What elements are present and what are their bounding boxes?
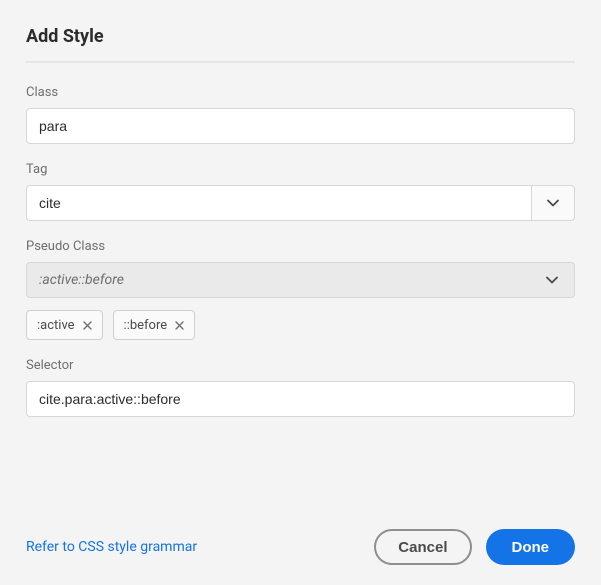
divider [26,61,575,63]
cancel-button[interactable]: Cancel [374,529,471,565]
tag-label: ::before [124,318,168,333]
class-field-group: Class [26,85,575,144]
dialog-footer: Refer to CSS style grammar Cancel Done [26,509,575,565]
class-input[interactable] [26,108,575,144]
pseudo-label: Pseudo Class [26,239,575,254]
selector-label: Selector [26,358,575,373]
dialog-title: Add Style [26,26,575,47]
tag-input[interactable] [26,185,531,221]
grammar-link[interactable]: Refer to CSS style grammar [26,539,197,555]
chevron-down-icon [547,199,559,207]
selector-input[interactable] [26,381,575,417]
chevron-down-icon [530,276,574,284]
close-icon[interactable] [175,321,184,330]
class-label: Class [26,85,575,100]
done-button[interactable]: Done [486,529,576,565]
tag-dropdown-button[interactable] [531,185,575,221]
pseudo-tags: :active ::before [26,310,575,340]
close-icon[interactable] [83,321,92,330]
tag-label: Tag [26,162,575,177]
pseudo-field-group: Pseudo Class :active::before [26,239,575,298]
tag-field-group: Tag [26,162,575,221]
selector-field-group: Selector [26,358,575,417]
pseudo-dropdown[interactable]: :active::before [26,262,575,298]
tag-label: :active [37,318,75,333]
pseudo-tag: ::before [113,310,196,340]
pseudo-value: :active::before [27,272,530,288]
pseudo-tag: :active [26,310,103,340]
